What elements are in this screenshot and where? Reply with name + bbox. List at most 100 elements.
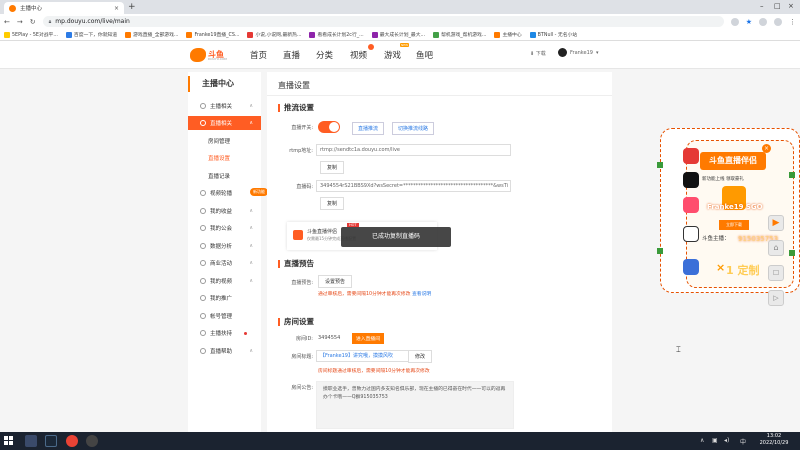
- chat-float-button[interactable]: ☐: [768, 265, 784, 281]
- bookmark-item[interactable]: 游戏直播_全部游戏...: [125, 31, 178, 38]
- sidebar-item-promotion[interactable]: 我的推广: [188, 291, 261, 305]
- live-switch-toggle[interactable]: [318, 121, 340, 133]
- bookmark-item[interactable]: 小说,小说网,最新热...: [247, 31, 301, 38]
- close-tab-icon[interactable]: ×: [114, 5, 119, 12]
- new-feature-badge: 新功能: [250, 188, 268, 196]
- steam-icon[interactable]: [45, 435, 57, 447]
- share-icon[interactable]: [730, 17, 739, 26]
- taskview-icon[interactable]: [25, 435, 37, 447]
- download-link[interactable]: ⬇ 下载: [530, 50, 546, 57]
- app-icon[interactable]: [86, 435, 98, 447]
- section-stream-settings: 推流设置: [278, 104, 314, 112]
- ime-icon[interactable]: 中: [740, 437, 746, 446]
- ad-subtitle: 新功能上线 领取豪礼: [702, 177, 744, 182]
- back-icon[interactable]: ←: [4, 18, 10, 26]
- home-float-button[interactable]: ⌂: [768, 240, 784, 256]
- browser-tab[interactable]: 主播中心 ×: [4, 2, 124, 14]
- video-icon: [200, 278, 206, 284]
- system-clock[interactable]: 13:02 2022/10/29: [752, 433, 796, 447]
- bookmark-item[interactable]: 5EPlay - 5E对战平...: [4, 31, 58, 38]
- nav-fishbar[interactable]: 鱼吧: [416, 49, 433, 61]
- chevron-down-icon: ▾: [595, 49, 599, 56]
- windows-start-icon[interactable]: [4, 436, 13, 445]
- page-title: 直播设置: [278, 81, 310, 90]
- edit-title-button[interactable]: 修改: [408, 350, 433, 363]
- sidebar-item-anchor[interactable]: 主播相关 ∧: [188, 99, 261, 113]
- extensions-icon[interactable]: [759, 17, 767, 26]
- rtmp-label: rtmp地址:: [289, 148, 313, 154]
- set-preview-button[interactable]: 设置预告: [318, 275, 353, 288]
- rtmp-address-field[interactable]: rtmp://sendtc1a.douyu.com/live: [316, 144, 511, 156]
- copy-rtmp-button[interactable]: 复制: [320, 161, 345, 174]
- chevron-icon: ∧: [249, 103, 253, 109]
- copy-code-button[interactable]: 复制: [320, 197, 345, 210]
- bookmark-item[interactable]: BTNull - 无名小站: [529, 31, 577, 38]
- bookmark-item[interactable]: 最大成长计划_最大...: [371, 31, 425, 38]
- live-icon: [200, 120, 206, 126]
- tiktok-icon: [683, 172, 699, 188]
- tray-chevron-icon[interactable]: ∧: [700, 437, 704, 444]
- live-links-button[interactable]: 直播推流: [352, 122, 385, 135]
- enter-room-button[interactable]: 进入直播间: [352, 333, 384, 344]
- sidebar-item-guild[interactable]: 我的公会 ∧: [188, 221, 261, 235]
- sidebar-item-my-videos[interactable]: 我的视频 ∧: [188, 274, 261, 288]
- divider: [267, 95, 612, 96]
- sidebar-item-help[interactable]: 直播帮助 ∧: [188, 344, 261, 358]
- bookmark-item[interactable]: 帮机游戏_帮机游戏...: [433, 31, 486, 38]
- nav-game[interactable]: 游戏: [384, 49, 401, 61]
- profile-icon[interactable]: [774, 17, 782, 26]
- ad-multiplier: ×: [716, 261, 726, 274]
- sidebar-item-earnings[interactable]: 我的收益 ∧: [188, 204, 261, 218]
- bookmark-item[interactable]: Franke19直播_CS...: [186, 31, 239, 38]
- chevron-icon: ∧: [249, 243, 253, 249]
- forward-icon[interactable]: →: [17, 18, 23, 26]
- room-title-field[interactable]: 【Franke19】讲究哦，摸摸风吹: [316, 350, 416, 362]
- close-window-icon[interactable]: ×: [788, 2, 794, 10]
- reload-icon[interactable]: ↻: [30, 18, 36, 26]
- business-icon: [200, 260, 206, 266]
- sidebar-item-support[interactable]: 主播扶持: [188, 326, 261, 340]
- sidebar-item-business[interactable]: 商业活动 ∧: [188, 256, 261, 270]
- sidebar-item-live-record[interactable]: 直播记录: [188, 169, 261, 183]
- ad-download-button[interactable]: 立即下载: [719, 220, 749, 230]
- sidebar-item-room-manage[interactable]: 房间管理: [188, 134, 261, 148]
- bookmarks-bar: 5EPlay - 5E对战平... 百度一下，你就知道 游戏直播_全部游戏...…: [0, 29, 800, 41]
- menu-icon[interactable]: ⋮: [789, 18, 796, 26]
- user-menu[interactable]: Franke19 ▾: [558, 48, 598, 57]
- sidebar-item-live-settings[interactable]: 直播设置: [188, 151, 261, 165]
- sidebar-item-analytics[interactable]: 数据分析 ∧: [188, 239, 261, 253]
- maximize-icon[interactable]: □: [774, 2, 781, 10]
- room-notice-field[interactable]: 摸职业选手，曾致力过国内多支知名俱乐部，现在主播的已得奋在时代一一可以的返再办个…: [316, 381, 514, 429]
- douyu-logo[interactable]: 斗鱼 DOUYU.COM: [190, 45, 240, 64]
- chrome-icon[interactable]: [66, 435, 78, 447]
- ad-custom-text: 1 定制: [726, 264, 760, 277]
- red-dot-indicator: [244, 331, 248, 335]
- bookmark-item[interactable]: 主播中心: [494, 31, 522, 38]
- ad-close-icon[interactable]: ×: [762, 144, 771, 153]
- game-icon: [683, 259, 699, 275]
- minimize-icon[interactable]: –: [760, 2, 764, 10]
- ad-handle: [789, 172, 795, 178]
- nav-live[interactable]: 直播: [283, 49, 300, 61]
- url-field[interactable]: 🔒︎ mp.douyu.com/live/main: [42, 16, 724, 27]
- title-warning: 房间标题通过审核后，需要间隔10分钟才能再次修改: [318, 369, 430, 374]
- stream-code-field[interactable]: 3494554rS21BBS9Xd?wsSecret=*************…: [316, 180, 511, 192]
- room-id-label: 房间ID:: [295, 336, 313, 342]
- view-explanation-link[interactable]: 查看说明: [412, 292, 431, 297]
- bookmark-item[interactable]: 看看成长计划2c行_...: [309, 31, 364, 38]
- network-icon[interactable]: ▣: [712, 437, 718, 444]
- star-icon[interactable]: ★: [746, 18, 752, 26]
- clock-date: 2022/10/29: [759, 440, 789, 446]
- new-tab-icon[interactable]: +: [128, 2, 136, 12]
- nav-video[interactable]: 视频: [350, 49, 367, 61]
- nav-category[interactable]: 分类: [316, 49, 333, 61]
- bookmark-item[interactable]: 百度一下，你就知道: [65, 31, 117, 38]
- sidebar-item-account[interactable]: 帐号管理: [188, 309, 261, 323]
- volume-icon[interactable]: ◂): [724, 437, 729, 444]
- top-float-button[interactable]: ▷: [768, 290, 784, 306]
- chevron-icon: ∧: [249, 260, 253, 266]
- sidebar-item-live[interactable]: 直播相关 ∧: [188, 116, 261, 130]
- play-float-button[interactable]: ▶: [768, 215, 784, 231]
- nav-home[interactable]: 首页: [250, 49, 267, 61]
- switch-line-button[interactable]: 切换推流线路: [392, 122, 435, 135]
